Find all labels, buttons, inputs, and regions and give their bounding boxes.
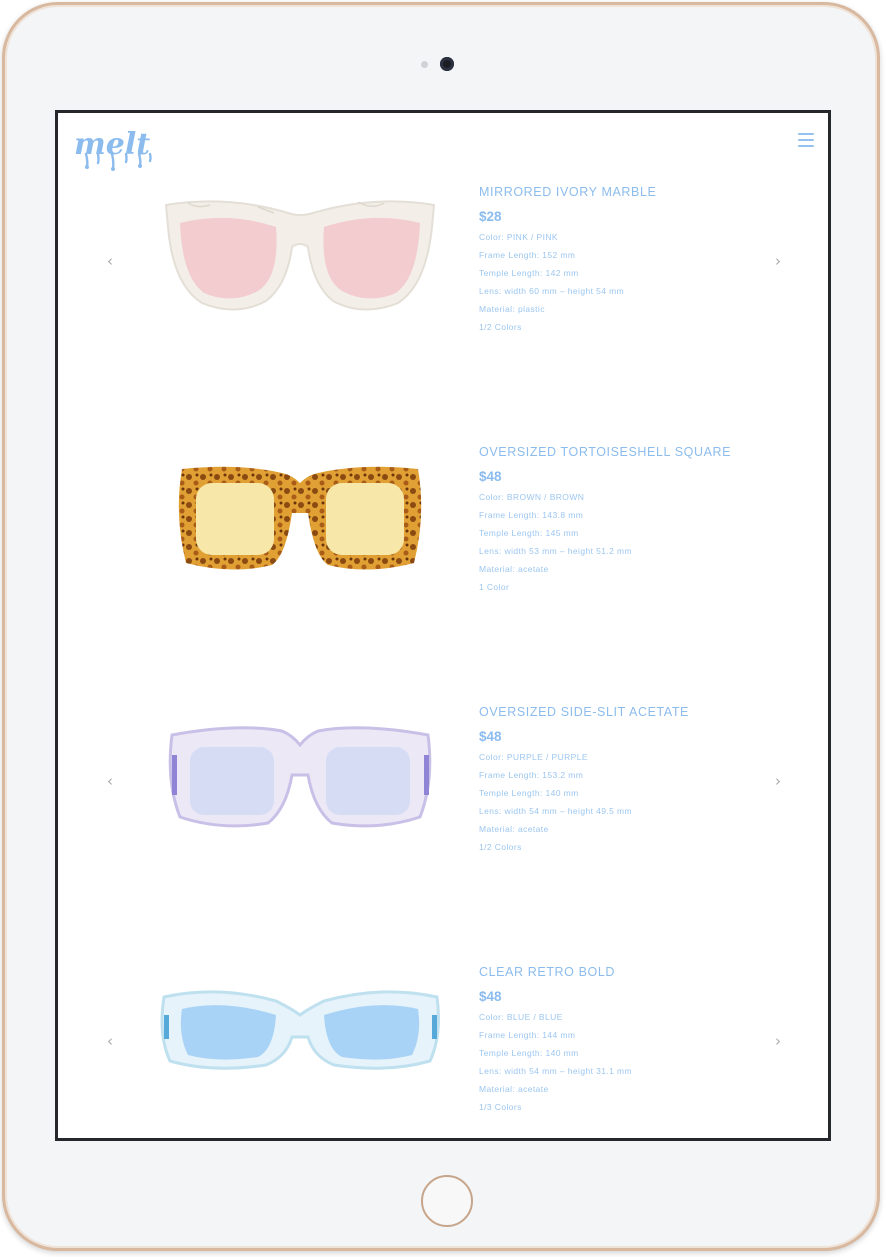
- product-title[interactable]: CLEAR RETRO BOLD: [479, 965, 809, 979]
- product-lens: Lens: width 54 mm – height 31.1 mm: [479, 1066, 632, 1076]
- product-lens: Lens: width 53 mm – height 51.2 mm: [479, 546, 632, 556]
- product-title[interactable]: OVERSIZED TORTOISESHELL SQUARE: [479, 445, 809, 459]
- product-temple-length: Temple Length: 145 mm: [479, 528, 579, 538]
- product-material: Material: acetate: [479, 1084, 549, 1094]
- screen: melt MIRRORED IVORY MARBLE $28 Color: PI…: [55, 110, 831, 1141]
- product-price: $48: [479, 989, 502, 1004]
- product-frame-length: Frame Length: 153.2 mm: [479, 770, 584, 780]
- product-info: CLEAR RETRO BOLD $48 Color: BLUE / BLUE …: [479, 965, 809, 1116]
- chevron-left-icon[interactable]: ‹: [102, 253, 118, 269]
- product-material: Material: acetate: [479, 564, 549, 574]
- product-color: Color: BLUE / BLUE: [479, 1012, 563, 1022]
- product-colors-count[interactable]: 1/2 Colors: [479, 838, 809, 856]
- product-info: OVERSIZED TORTOISESHELL SQUARE $48 Color…: [479, 445, 809, 596]
- chevron-left-icon[interactable]: ‹: [102, 773, 118, 789]
- product-price: $28: [479, 209, 502, 224]
- product-price: $48: [479, 729, 502, 744]
- chevron-right-icon[interactable]: ›: [770, 1033, 786, 1049]
- chevron-left-icon[interactable]: ‹: [102, 1033, 118, 1049]
- camera-icon: [440, 57, 454, 71]
- product-colors-count[interactable]: 1/3 Colors: [479, 1098, 809, 1116]
- product-image-purple-acetate-sunglasses[interactable]: [158, 705, 443, 855]
- proximity-sensor: [421, 61, 428, 68]
- product-temple-length: Temple Length: 140 mm: [479, 1048, 579, 1058]
- product-image-clear-blue-sunglasses[interactable]: [158, 965, 443, 1115]
- product-image-tortoiseshell-sunglasses[interactable]: [158, 445, 443, 595]
- chevron-right-icon[interactable]: ›: [770, 253, 786, 269]
- product-material: Material: acetate: [479, 824, 549, 834]
- product-lens: Lens: width 60 mm – height 54 mm: [479, 286, 625, 296]
- product-colors-count[interactable]: 1 Color: [479, 578, 809, 596]
- product-title[interactable]: OVERSIZED SIDE-SLIT ACETATE: [479, 705, 809, 719]
- product-price: $48: [479, 469, 502, 484]
- melt-logo[interactable]: melt: [72, 127, 162, 173]
- product-info: MIRRORED IVORY MARBLE $28 Color: PINK / …: [479, 185, 809, 336]
- home-button[interactable]: [421, 1175, 473, 1227]
- product-temple-length: Temple Length: 142 mm: [479, 268, 579, 278]
- product-card: OVERSIZED TORTOISESHELL SQUARE $48 Color…: [58, 445, 828, 605]
- product-frame-length: Frame Length: 144 mm: [479, 1030, 576, 1040]
- product-material: Material: plastic: [479, 304, 545, 314]
- product-colors-count[interactable]: 1/2 Colors: [479, 318, 809, 336]
- product-color: Color: BROWN / BROWN: [479, 492, 585, 502]
- product-frame-length: Frame Length: 143.8 mm: [479, 510, 584, 520]
- product-card: OVERSIZED SIDE-SLIT ACETATE $48 Color: P…: [58, 705, 828, 865]
- product-title[interactable]: MIRRORED IVORY MARBLE: [479, 185, 809, 199]
- product-frame-length: Frame Length: 152 mm: [479, 250, 576, 260]
- product-temple-length: Temple Length: 140 mm: [479, 788, 579, 798]
- hamburger-menu-icon[interactable]: [798, 133, 814, 147]
- product-info: OVERSIZED SIDE-SLIT ACETATE $48 Color: P…: [479, 705, 809, 856]
- product-card: CLEAR RETRO BOLD $48 Color: BLUE / BLUE …: [58, 965, 828, 1125]
- product-image-ivory-marble-sunglasses[interactable]: [158, 185, 443, 335]
- product-card: MIRRORED IVORY MARBLE $28 Color: PINK / …: [58, 185, 828, 345]
- product-color: Color: PURPLE / PURPLE: [479, 752, 588, 762]
- product-lens: Lens: width 54 mm – height 49.5 mm: [479, 806, 632, 816]
- product-color: Color: PINK / PINK: [479, 232, 558, 242]
- chevron-right-icon[interactable]: ›: [770, 773, 786, 789]
